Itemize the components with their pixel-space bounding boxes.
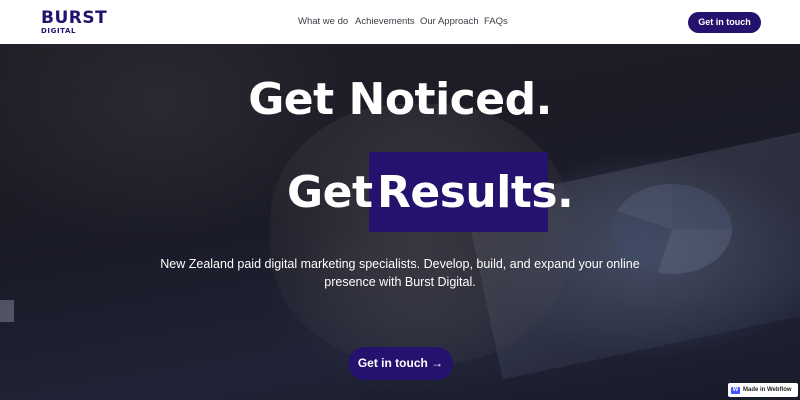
logo-wordmark: BURST xyxy=(41,8,108,28)
navbar: BURST DIGITAL What we do Achievements Ou… xyxy=(0,0,800,44)
headline-results: Results. xyxy=(377,167,574,218)
logo-subtitle: DIGITAL xyxy=(41,27,77,35)
nav-get-in-touch-button[interactable]: Get in touch xyxy=(688,12,761,33)
headline-get: Get xyxy=(287,167,373,218)
nav-link-faqs[interactable]: FAQs xyxy=(484,16,508,27)
nav-link-achievements[interactable]: Achievements xyxy=(355,16,415,27)
brand-logo[interactable]: BURST DIGITAL xyxy=(41,8,108,35)
hero-subtext: New Zealand paid digital marketing speci… xyxy=(160,257,640,289)
background-edge-element xyxy=(0,300,14,322)
webflow-icon: W xyxy=(731,386,740,394)
nav-link-our-approach[interactable]: Our Approach xyxy=(420,16,479,27)
hero-get-in-touch-button[interactable]: Get in touch → xyxy=(348,347,453,380)
headline-get-noticed: Get Noticed. xyxy=(248,74,552,125)
nav-link-what-we-do[interactable]: What we do xyxy=(298,16,348,27)
made-in-webflow-badge[interactable]: W Made in Webflow xyxy=(728,383,798,397)
badge-label: Made in Webflow xyxy=(743,387,792,393)
